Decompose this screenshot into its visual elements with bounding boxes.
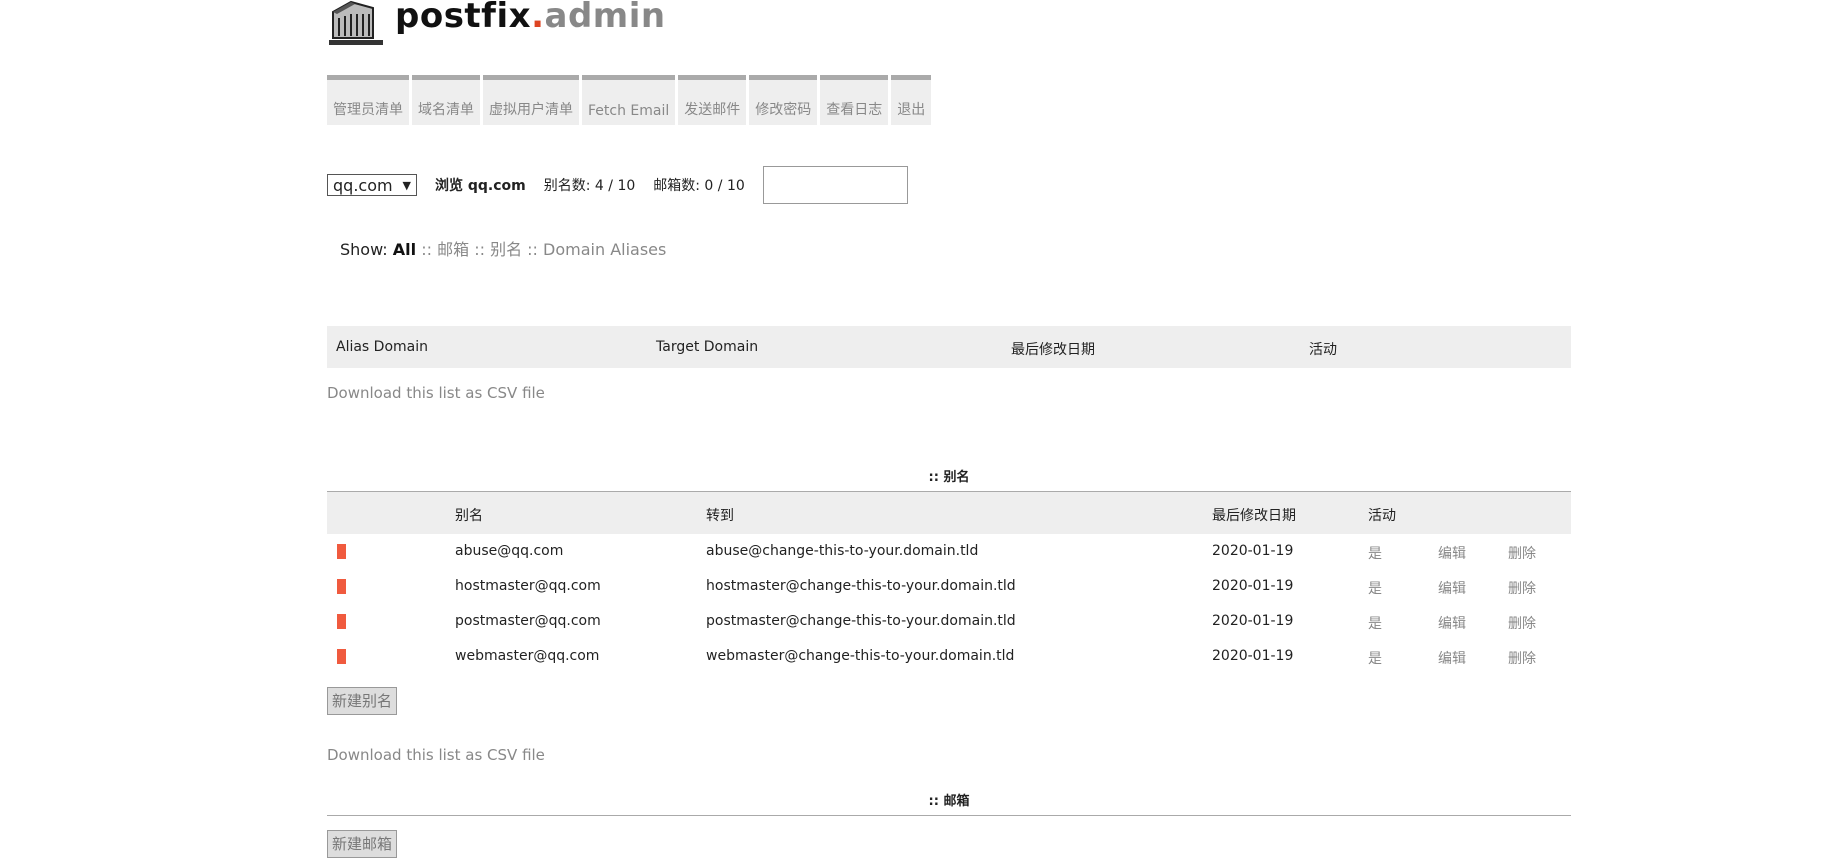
new-alias-button[interactable]: 新建别名 [327, 687, 398, 715]
col-target-domain: Target Domain [656, 339, 759, 355]
delete-link[interactable]: 删除 [1508, 648, 1536, 668]
col-modified: 最后修改日期 [1011, 342, 1095, 358]
col-active: 活动 [1309, 342, 1337, 358]
dropdown-arrow-icon: ▼ [402, 178, 411, 192]
menu-item-virtual-list[interactable]: 虚拟用户清单 [483, 75, 579, 125]
new-mailbox-button[interactable]: 新建邮箱 [327, 830, 398, 858]
menu-item-fetch-email[interactable]: Fetch Email [582, 75, 676, 125]
filter-separator: :: [469, 240, 491, 259]
edit-link[interactable]: 编辑 [1438, 543, 1466, 563]
filter-separator: :: [416, 240, 438, 259]
logo-part1: postfix [395, 0, 532, 36]
alias-domain-csv-link[interactable]: Download this list as CSV file [327, 384, 545, 402]
filter-domain-aliases[interactable]: Domain Aliases [543, 240, 666, 259]
table-row: hostmaster@qq.com hostmaster@change-this… [327, 569, 1571, 604]
status-flag-icon [337, 614, 346, 629]
menu-item-send-email[interactable]: 发送邮件 [678, 75, 747, 125]
mailbox-icon [329, 0, 383, 45]
search-input[interactable] [762, 166, 908, 204]
alias-modified: 2020-01-19 [1212, 543, 1294, 559]
filter-all[interactable]: All [393, 240, 416, 259]
col-alias: 别名 [455, 508, 483, 524]
alias-goto: abuse@change-this-to-your.domain.tld [706, 543, 979, 559]
aliases-section-title: :: 别名 [928, 470, 970, 485]
mailboxes-section-title: :: 邮箱 [928, 794, 970, 809]
mailbox-count: 邮箱数: 0 / 10 [653, 178, 745, 194]
delete-link[interactable]: 删除 [1508, 543, 1536, 563]
alias-goto: postmaster@change-this-to-your.domain.tl… [706, 613, 1016, 629]
table-row: postmaster@qq.com postmaster@change-this… [327, 604, 1571, 639]
logo-dot: . [531, 0, 545, 36]
alias-modified: 2020-01-19 [1212, 578, 1294, 594]
aliases-table-header: 别名 转到 最后修改日期 活动 [327, 492, 1571, 534]
edit-link[interactable]: 编辑 [1438, 578, 1466, 598]
alias-active-toggle[interactable]: 是 [1368, 648, 1382, 668]
alias-address: postmaster@qq.com [455, 613, 601, 629]
alias-modified: 2020-01-19 [1212, 613, 1294, 629]
menu-item-change-password[interactable]: 修改密码 [749, 75, 818, 125]
table-row: webmaster@qq.com webmaster@change-this-t… [327, 639, 1571, 674]
menu-item-admin-list[interactable]: 管理员清单 [327, 75, 409, 125]
menu-item-domain-list[interactable]: 域名清单 [412, 75, 480, 125]
menu-item-view-log[interactable]: 查看日志 [820, 75, 889, 125]
domain-select-value: qq.com [333, 175, 393, 195]
logo[interactable]: postfix.admin [327, 0, 666, 50]
alias-goto: webmaster@change-this-to-your.domain.tld [706, 648, 1015, 664]
show-filter: Show: All :: 邮箱 :: 别名 :: Domain Aliases [340, 236, 666, 260]
alias-domain-table-header: Alias Domain Target Domain 最后修改日期 活动 [327, 326, 1571, 368]
browse-label: 浏览 qq.com [435, 178, 526, 194]
col-alias-domain: Alias Domain [336, 339, 429, 355]
alias-address: abuse@qq.com [455, 543, 564, 559]
alias-address: hostmaster@qq.com [455, 578, 601, 594]
alias-active-toggle[interactable]: 是 [1368, 613, 1382, 633]
menu-item-logout[interactable]: 退出 [891, 75, 932, 125]
alias-count: 别名数: 4 / 10 [543, 178, 636, 194]
alias-goto: hostmaster@change-this-to-your.domain.tl… [706, 578, 1016, 594]
col-active: 活动 [1368, 508, 1396, 524]
domain-bar: qq.com ▼ 浏览 qq.com 别名数: 4 / 10 邮箱数: 0 / … [327, 165, 908, 205]
domain-select[interactable]: qq.com ▼ [327, 174, 417, 196]
col-goto: 转到 [706, 508, 734, 524]
edit-link[interactable]: 编辑 [1438, 613, 1466, 633]
delete-link[interactable]: 删除 [1508, 578, 1536, 598]
mailboxes-divider [327, 815, 1571, 816]
table-row: abuse@qq.com abuse@change-this-to-your.d… [327, 534, 1571, 569]
status-flag-icon [337, 544, 346, 559]
delete-link[interactable]: 删除 [1508, 613, 1536, 633]
logo-part2: admin [544, 0, 666, 36]
status-flag-icon [337, 649, 346, 664]
filter-aliases[interactable]: 别名 [490, 240, 522, 259]
aliases-csv-link[interactable]: Download this list as CSV file [327, 746, 545, 764]
alias-active-toggle[interactable]: 是 [1368, 543, 1382, 563]
col-modified: 最后修改日期 [1212, 508, 1296, 524]
filter-mailboxes[interactable]: 邮箱 [437, 240, 469, 259]
alias-modified: 2020-01-19 [1212, 648, 1294, 664]
show-label: Show: [340, 240, 388, 259]
main-menu: 管理员清单 域名清单 虚拟用户清单 Fetch Email 发送邮件 修改密码 … [327, 75, 932, 125]
status-flag-icon [337, 579, 346, 594]
logo-text: postfix.admin [395, 0, 666, 33]
alias-active-toggle[interactable]: 是 [1368, 578, 1382, 598]
alias-address: webmaster@qq.com [455, 648, 600, 664]
filter-separator: :: [522, 240, 544, 259]
edit-link[interactable]: 编辑 [1438, 648, 1466, 668]
